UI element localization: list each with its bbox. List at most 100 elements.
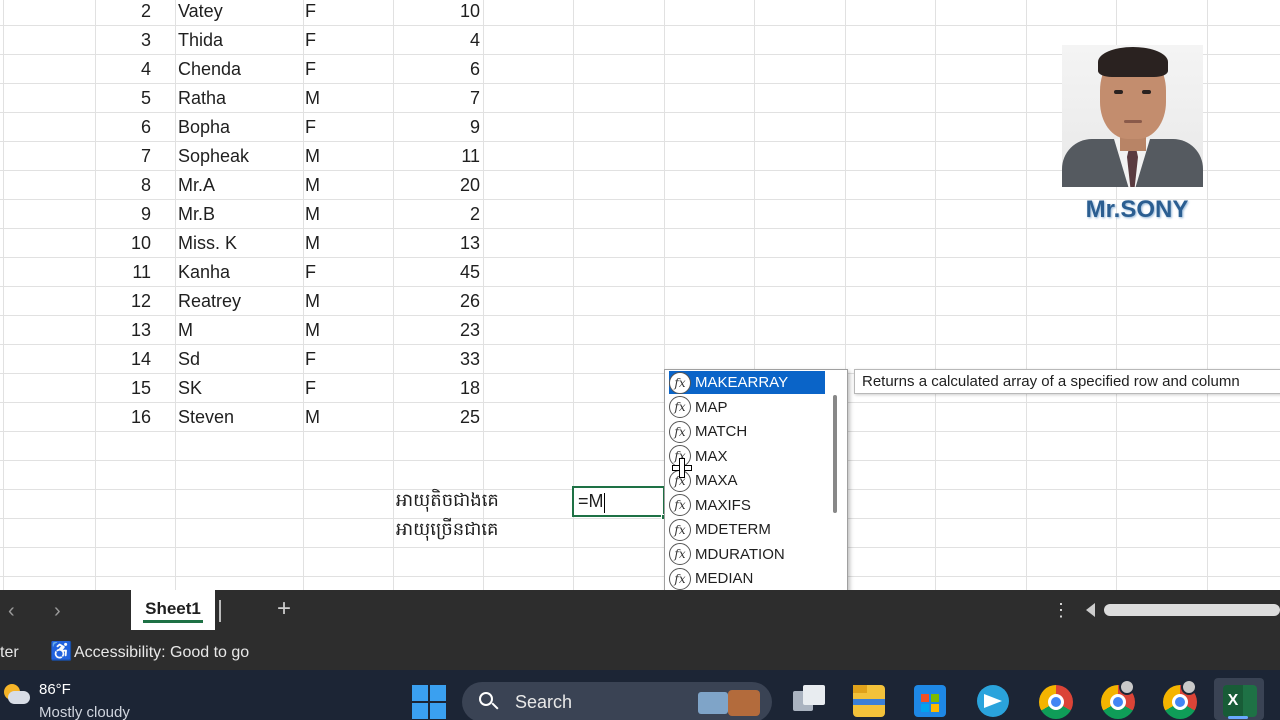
autocomplete-item[interactable]: fx MAX xyxy=(669,445,825,468)
spreadsheet-grid[interactable]: 2 Vatey F 10 3 Thida F 4 4 Chenda F 6 5 Ratha M 7 6 Bopha… xyxy=(0,0,1280,590)
age-cell[interactable]: 25 xyxy=(394,403,480,432)
name-cell[interactable]: Mr.A xyxy=(178,171,298,200)
name-cell[interactable]: Sd xyxy=(178,345,298,374)
next-sheet-icon[interactable]: › xyxy=(54,600,61,623)
active-cell[interactable]: =M xyxy=(572,486,665,517)
sex-cell[interactable]: M xyxy=(305,84,385,113)
chrome-icon[interactable] xyxy=(1039,685,1073,719)
age-cell[interactable]: 18 xyxy=(394,374,480,403)
name-cell[interactable]: Ratha xyxy=(178,84,298,113)
sex-cell[interactable]: M xyxy=(305,200,385,229)
row-number-cell[interactable]: 2 xyxy=(95,0,151,26)
name-cell[interactable]: Steven xyxy=(178,403,298,432)
row-number-cell[interactable]: 13 xyxy=(95,316,151,345)
autocomplete-item[interactable]: fx MAXIFS xyxy=(669,494,825,517)
microsoft-store-icon[interactable] xyxy=(914,685,946,717)
prev-sheet-icon[interactable]: ‹ xyxy=(8,600,15,623)
sex-cell[interactable]: M xyxy=(305,229,385,258)
age-cell[interactable]: 4 xyxy=(394,26,480,55)
row-number-cell[interactable]: 10 xyxy=(95,229,151,258)
name-cell[interactable]: M xyxy=(178,316,298,345)
sex-cell[interactable]: M xyxy=(305,403,385,432)
row-number-cell[interactable]: 8 xyxy=(95,171,151,200)
autocomplete-item[interactable]: fx MDURATION xyxy=(669,543,825,566)
add-sheet-button[interactable]: + xyxy=(277,595,291,623)
autocomplete-item-label: MAP xyxy=(695,398,728,416)
weather-icon[interactable] xyxy=(2,684,30,706)
name-cell[interactable]: Sopheak xyxy=(178,142,298,171)
weather-temperature[interactable]: 86°F xyxy=(39,681,71,698)
row-number-cell[interactable]: 11 xyxy=(95,258,151,287)
name-cell[interactable]: Mr.B xyxy=(178,200,298,229)
name-cell[interactable]: Reatrey xyxy=(178,287,298,316)
scroll-left-icon[interactable] xyxy=(1086,603,1095,617)
row-number-cell[interactable]: 5 xyxy=(95,84,151,113)
chrome-profile-icon-2[interactable] xyxy=(1163,679,1197,719)
sex-cell[interactable]: F xyxy=(305,374,385,403)
sex-cell[interactable]: M xyxy=(305,171,385,200)
age-cell[interactable]: 7 xyxy=(394,84,480,113)
search-highlight-icon xyxy=(698,686,764,718)
row-number-cell[interactable]: 3 xyxy=(95,26,151,55)
autocomplete-item[interactable]: fx MDETERM xyxy=(669,518,825,541)
name-cell[interactable]: Bopha xyxy=(178,113,298,142)
sex-cell[interactable]: F xyxy=(305,113,385,142)
age-cell[interactable]: 26 xyxy=(394,287,480,316)
age-cell[interactable]: 11 xyxy=(394,142,480,171)
telegram-icon[interactable] xyxy=(977,685,1009,717)
age-cell[interactable]: 20 xyxy=(394,171,480,200)
start-button[interactable] xyxy=(412,685,446,719)
taskbar-search[interactable]: Search xyxy=(462,682,772,720)
age-cell[interactable]: 10 xyxy=(394,0,480,26)
row-number-cell[interactable]: 14 xyxy=(95,345,151,374)
sex-cell[interactable]: F xyxy=(305,55,385,84)
sex-cell[interactable]: M xyxy=(305,287,385,316)
max-age-label[interactable]: អាយុច្រើនជាគេ xyxy=(396,517,498,544)
presenter-photo xyxy=(1062,45,1203,187)
sex-cell[interactable]: F xyxy=(305,0,385,26)
more-options-icon[interactable]: ⋮ xyxy=(1052,600,1070,621)
task-view-icon[interactable] xyxy=(793,685,825,717)
row-number-cell[interactable]: 4 xyxy=(95,55,151,84)
age-cell[interactable]: 45 xyxy=(394,258,480,287)
age-cell[interactable]: 13 xyxy=(394,229,480,258)
age-cell[interactable]: 6 xyxy=(394,55,480,84)
autocomplete-item[interactable]: fx MEDIAN xyxy=(669,567,825,590)
sex-cell[interactable]: F xyxy=(305,26,385,55)
autocomplete-item-label: MAXIFS xyxy=(695,496,751,514)
accessibility-status[interactable]: Accessibility: Good to go xyxy=(74,644,249,662)
sex-cell[interactable]: M xyxy=(305,142,385,171)
age-cell[interactable]: 2 xyxy=(394,200,480,229)
horizontal-scrollbar[interactable] xyxy=(1104,604,1280,616)
autocomplete-item[interactable]: fx MAXA xyxy=(669,469,825,492)
accessibility-icon[interactable]: ♿ xyxy=(50,641,72,662)
name-cell[interactable]: Thida xyxy=(178,26,298,55)
chrome-profile-icon[interactable] xyxy=(1101,679,1135,719)
age-cell[interactable]: 23 xyxy=(394,316,480,345)
age-cell[interactable]: 9 xyxy=(394,113,480,142)
file-explorer-icon[interactable] xyxy=(853,685,885,717)
name-cell[interactable]: SK xyxy=(178,374,298,403)
sex-cell[interactable]: F xyxy=(305,345,385,374)
sex-cell[interactable]: M xyxy=(305,316,385,345)
excel-icon[interactable]: X xyxy=(1223,685,1257,717)
min-age-label[interactable]: អាយុតិចជាងគេ xyxy=(396,488,499,515)
name-cell[interactable]: Miss. K xyxy=(178,229,298,258)
name-cell[interactable]: Vatey xyxy=(178,0,298,26)
row-number-cell[interactable]: 15 xyxy=(95,374,151,403)
sex-cell[interactable]: F xyxy=(305,258,385,287)
autocomplete-item[interactable]: fx MATCH xyxy=(669,420,825,443)
row-number-cell[interactable]: 12 xyxy=(95,287,151,316)
tab-sheet1[interactable]: Sheet1 xyxy=(131,590,215,630)
autocomplete-item[interactable]: fx MAKEARRAY xyxy=(669,371,825,394)
age-cell[interactable]: 33 xyxy=(394,345,480,374)
row-number-cell[interactable]: 9 xyxy=(95,200,151,229)
row-number-cell[interactable]: 16 xyxy=(95,403,151,432)
name-cell[interactable]: Kanha xyxy=(178,258,298,287)
row-number-cell[interactable]: 7 xyxy=(95,142,151,171)
row-number-cell[interactable]: 6 xyxy=(95,113,151,142)
autocomplete-item[interactable]: fx MAP xyxy=(669,396,825,419)
name-cell[interactable]: Chenda xyxy=(178,55,298,84)
weather-description[interactable]: Mostly cloudy xyxy=(39,704,130,720)
autocomplete-scrollbar[interactable] xyxy=(833,395,837,513)
